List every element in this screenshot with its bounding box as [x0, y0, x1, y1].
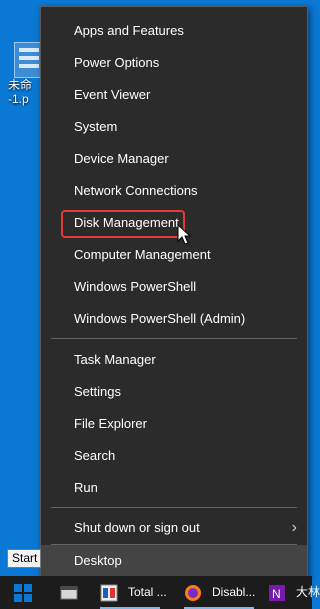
menu-item-device-manager[interactable]: Device Manager: [41, 143, 307, 175]
menu-item-power-options[interactable]: Power Options: [41, 47, 307, 79]
mouse-pointer-icon: [177, 224, 192, 245]
menu-item-settings[interactable]: Settings: [41, 376, 307, 408]
menu-item-event-viewer[interactable]: Event Viewer: [41, 79, 307, 111]
start-button[interactable]: [14, 584, 32, 602]
menu-item-file-explorer[interactable]: File Explorer: [41, 408, 307, 440]
svg-text:N: N: [272, 587, 281, 601]
menu-item-disk-management[interactable]: Disk Management: [41, 207, 307, 239]
menu-separator: [51, 507, 297, 508]
taskbar-app-onenote[interactable]: N 大林: [268, 580, 320, 605]
taskbar-app[interactable]: [60, 580, 90, 605]
menu-item-desktop[interactable]: Desktop: [41, 545, 307, 577]
onenote-icon: N: [269, 585, 285, 601]
menu-item-label: Shut down or sign out: [74, 520, 200, 535]
menu-item-windows-powershell-admin[interactable]: Windows PowerShell (Admin): [41, 303, 307, 335]
quick-link-menu: Apps and Features Power Options Event Vi…: [40, 6, 308, 580]
menu-item-task-manager[interactable]: Task Manager: [41, 344, 307, 376]
menu-item-shut-down-or-sign-out[interactable]: Shut down or sign out ›: [41, 512, 307, 544]
menu-item-apps-and-features[interactable]: Apps and Features: [41, 15, 307, 47]
menu-item-search[interactable]: Search: [41, 440, 307, 472]
total-commander-icon: [100, 584, 118, 602]
taskbar-app-total-commander[interactable]: Total ...: [100, 580, 170, 609]
firefox-icon: [185, 585, 201, 601]
menu-item-network-connections[interactable]: Network Connections: [41, 175, 307, 207]
start-tooltip: Start: [7, 549, 41, 568]
menu-item-computer-management[interactable]: Computer Management: [41, 239, 307, 271]
menu-item-run[interactable]: Run: [41, 472, 307, 504]
menu-separator: [51, 338, 297, 339]
app-window-icon: [60, 586, 78, 600]
taskbar-app-firefox[interactable]: Disabl...: [184, 580, 258, 609]
menu-item-system[interactable]: System: [41, 111, 307, 143]
chevron-right-icon: ›: [291, 519, 297, 536]
taskbar: Total ... Disabl... N 大林: [0, 576, 320, 609]
menu-item-windows-powershell[interactable]: Windows PowerShell: [41, 271, 307, 303]
